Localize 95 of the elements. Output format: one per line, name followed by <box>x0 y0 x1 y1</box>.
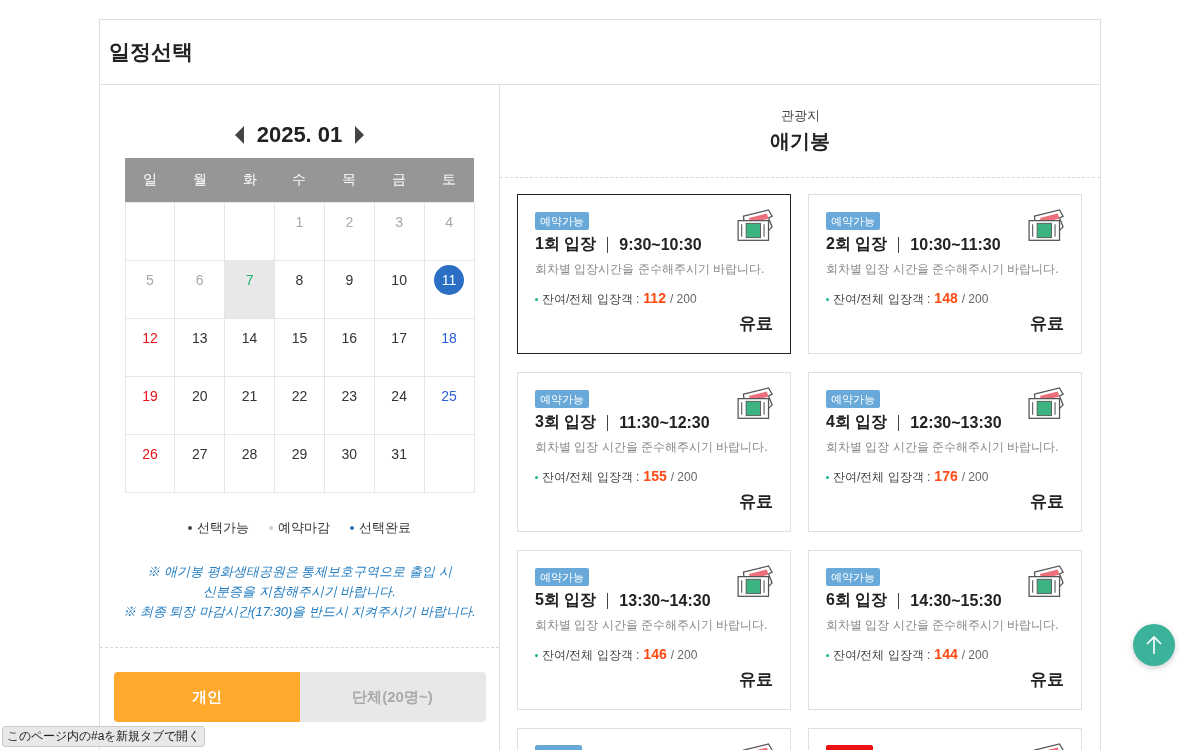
session-card[interactable]: 예약가능 4회 입장 12:30~13:30 회차별 입장 시간을 준수해주시기 바랍니다. 잔여/전체 입장객 : 176 / 200 유료 <box>808 372 1082 532</box>
bullet-icon <box>535 297 538 301</box>
session-card[interactable]: 예약가능 5회 입장 13:30~14:30 회차별 입장 시간을 준수해주시기 바랍니다. 잔여/전체 입장객 : 146 / 200 유료 <box>517 550 791 710</box>
fee-label: 유료 <box>739 669 773 691</box>
selected-day[interactable]: 11 <box>434 265 465 295</box>
ticket-icon <box>1027 209 1067 243</box>
link-status-bar: このページ内の#aを新規タブで開く <box>2 726 206 747</box>
ticket-icon <box>736 565 776 599</box>
session-note: 회차별 입장 시간을 준수해주시기 바랍니다. <box>826 439 1060 456</box>
place-category: 관광지 <box>780 107 820 125</box>
fee-label: 유료 <box>739 313 773 335</box>
weekday-header: 목 <box>324 158 375 203</box>
status-badge: 예약가능 <box>535 212 589 230</box>
page-title: 일정선택 <box>109 39 193 65</box>
session-time: 11:30~12:30 <box>619 413 710 432</box>
session-title: 3회 입장 <box>535 412 597 432</box>
visitor-count-label: 잔여/전체 입장객 : <box>833 647 931 664</box>
weekday-header: 일 <box>125 158 175 203</box>
total-count: / 200 <box>961 648 989 662</box>
calendar-day: 4 <box>434 207 465 237</box>
legend-label: 예약마감 <box>278 519 330 537</box>
session-title: 5회 입장 <box>535 590 597 610</box>
weekday-header: 금 <box>374 158 425 203</box>
session-card[interactable]: 예약가능 1회 입장 9:30~10:30 회차별 입장시간을 준수해주시기 바랍니다. 잔여/전체 입장객 : 112 / 200 유료 <box>517 194 791 354</box>
calendar-day: 3 <box>384 207 415 237</box>
remaining-count: 148 <box>934 290 958 306</box>
status-badge: 예약가능 <box>826 390 880 408</box>
session-time: 14:30~15:30 <box>910 591 1002 610</box>
remaining-count: 155 <box>643 468 667 484</box>
bullet-icon <box>826 297 829 301</box>
calendar-day: 5 <box>134 265 165 295</box>
place-name: 애기봉 <box>770 129 830 154</box>
session-title: 6회 입장 <box>826 590 888 610</box>
status-badge: 예약가능 <box>535 390 589 408</box>
weekday-header: 수 <box>274 158 325 203</box>
bullet-icon <box>535 475 538 479</box>
fee-label: 유료 <box>739 491 773 513</box>
session-title: 1회 입장 <box>535 234 597 254</box>
weekday-header: 월 <box>174 158 225 203</box>
session-note: 회차별 입장 시간을 준수해주시기 바랍니다. <box>535 617 769 634</box>
visitor-count-label: 잔여/전체 입장객 : <box>542 647 640 664</box>
visitor-count-label: 잔여/전체 입장객 : <box>542 469 640 486</box>
fee-label: 유료 <box>1030 313 1064 335</box>
fee-label: 유료 <box>1030 491 1064 513</box>
session-card[interactable]: 예약가능 2회 입장 10:30~11:30 회차별 입장 시간을 준수해주시기 바랍니다. 잔여/전체 입장객 : 148 / 200 유료 <box>808 194 1082 354</box>
scroll-to-top-button[interactable] <box>1133 624 1175 666</box>
previous-month-icon[interactable] <box>234 126 245 144</box>
remaining-count: 176 <box>934 468 958 484</box>
ticket-icon <box>736 209 776 243</box>
ticket-icon <box>1027 565 1067 599</box>
legend-label: 선택완료 <box>359 519 411 537</box>
bullet-icon <box>826 475 829 479</box>
total-count: / 200 <box>670 648 698 662</box>
session-note: 회차별 입장시간을 준수해주시기 바랍니다. <box>535 261 766 278</box>
month-label: 2025. 01 <box>256 122 343 148</box>
notice-text: 신분증을 지참해주시기 바랍니다. <box>202 583 397 601</box>
session-card[interactable]: 예약가능 3회 입장 11:30~12:30 회차별 입장 시간을 준수해주시기 바랍니다. 잔여/전체 입장객 : 155 / 200 유료 <box>517 372 791 532</box>
ticket-icon <box>1027 387 1067 421</box>
session-time: 12:30~13:30 <box>910 413 1002 432</box>
session-title: 2회 입장 <box>826 234 888 254</box>
visitor-count-label: 잔여/전체 입장객 : <box>833 291 931 308</box>
session-time: 9:30~10:30 <box>619 235 702 254</box>
total-count: / 200 <box>961 470 989 484</box>
calendar-day: 1 <box>284 207 315 237</box>
fee-label: 유료 <box>1030 669 1064 691</box>
status-badge: 예약가능 <box>535 568 589 586</box>
bullet-icon <box>535 653 538 657</box>
total-count: / 200 <box>669 292 697 306</box>
remaining-count: 112 <box>643 290 666 306</box>
weekday-header: 화 <box>224 158 275 203</box>
calendar-day: 2 <box>334 207 365 237</box>
session-note: 회차별 입장 시간을 준수해주시기 바랍니다. <box>826 261 1060 278</box>
session-title: 4회 입장 <box>826 412 888 432</box>
session-card[interactable]: 예약가능 6회 입장 14:30~15:30 회차별 입장 시간을 준수해주시기 바랍니다. 잔여/전체 입장객 : 144 / 200 유료 <box>808 550 1082 710</box>
legend-label: 선택가능 <box>197 519 249 537</box>
notice-text: ※ 애기봉 평화생태공원은 통제보호구역으로 출입 시 <box>146 563 454 581</box>
visitor-count-label: 잔여/전체 입장객 : <box>542 291 640 308</box>
weekday-header: 토 <box>424 158 474 203</box>
calendar-day: 6 <box>184 265 215 295</box>
status-badge: 예약가능 <box>826 568 880 586</box>
session-note: 회차별 입장 시간을 준수해주시기 바랍니다. <box>535 439 769 456</box>
visitor-count-label: 잔여/전체 입장객 : <box>833 469 931 486</box>
ticket-icon <box>736 387 776 421</box>
total-count: / 200 <box>961 292 989 306</box>
remaining-count: 146 <box>643 646 667 662</box>
notice-text: ※ 최종 퇴장 마감시간(17:30)을 반드시 지켜주시기 바랍니다. <box>123 603 476 621</box>
bullet-icon <box>826 653 829 657</box>
remaining-count: 144 <box>934 646 958 662</box>
session-time: 10:30~11:30 <box>910 235 1001 254</box>
arrow-up-icon <box>1145 635 1163 655</box>
session-note: 회차별 입장 시간을 준수해주시기 바랍니다. <box>826 617 1060 634</box>
status-badge: 예약가능 <box>826 212 880 230</box>
total-count: / 200 <box>670 470 698 484</box>
session-time: 13:30~14:30 <box>619 591 711 610</box>
next-month-icon[interactable] <box>354 126 365 144</box>
